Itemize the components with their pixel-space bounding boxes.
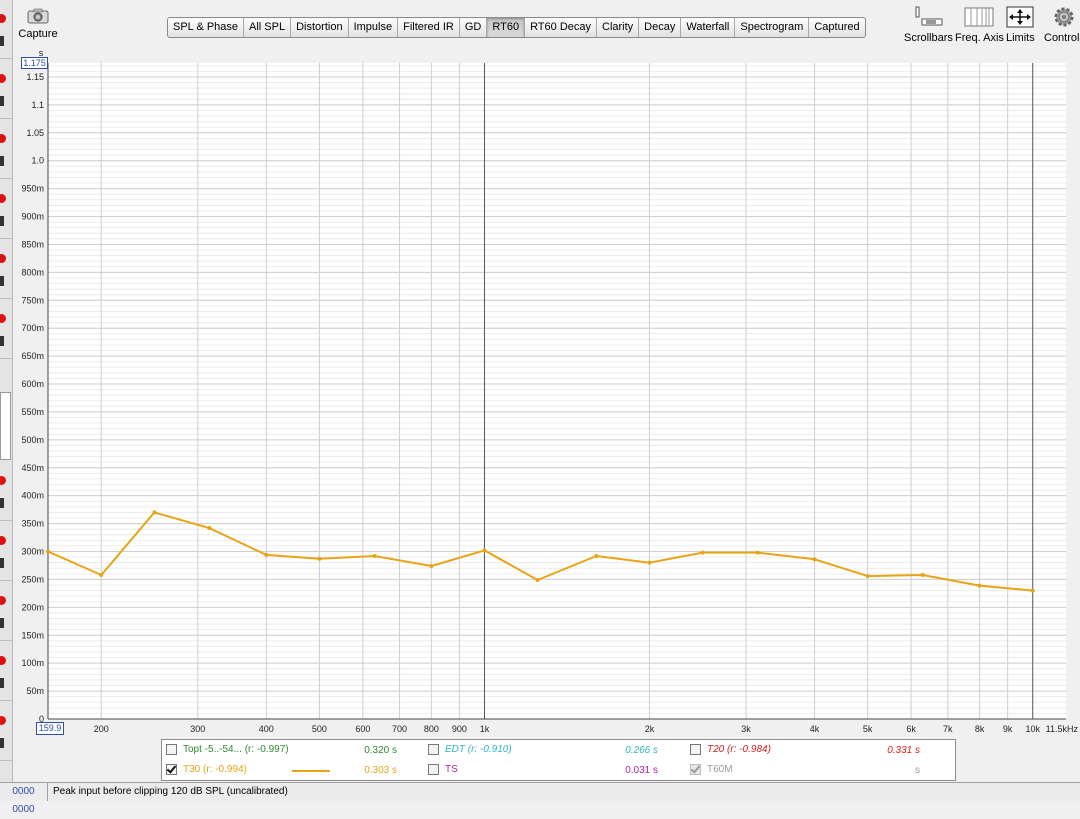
- y-tick-label: 650m: [21, 351, 44, 361]
- data-point: [647, 560, 652, 565]
- y-tick-label: 1.05: [26, 128, 44, 138]
- t30-value: 0.303 s: [364, 765, 397, 776]
- legend-topt[interactable]: Topt -5..-54... (r: -0.997): [166, 744, 289, 755]
- data-point: [977, 583, 982, 588]
- data-point: [46, 549, 50, 554]
- x-tick-label: 7k: [943, 724, 953, 734]
- t20-value: 0.331 s: [887, 745, 920, 756]
- x-axis-end-label: 11.5kHz: [1046, 724, 1079, 734]
- t20-checkbox[interactable]: [690, 744, 701, 755]
- data-point: [700, 550, 705, 555]
- x-tick-label: 4k: [810, 724, 820, 734]
- y-tick-label: 700m: [21, 323, 44, 333]
- data-point: [755, 550, 760, 555]
- x-tick-label: 500: [312, 724, 327, 734]
- data-point: [264, 552, 269, 557]
- x-tick-label: 8k: [975, 724, 985, 734]
- y-tick-label: 150m: [21, 630, 44, 640]
- y-tick-label: 300m: [21, 547, 44, 557]
- x-axis-start-handle[interactable]: 159.9: [36, 722, 64, 735]
- y-tick-label: 950m: [21, 184, 44, 194]
- legend-ts[interactable]: TS: [428, 764, 458, 775]
- legend-t60m: T60M: [690, 764, 733, 775]
- data-point: [594, 553, 599, 558]
- y-tick-label: 50m: [26, 686, 44, 696]
- y-tick-label: 800m: [21, 267, 44, 277]
- x-tick-label: 800: [424, 724, 439, 734]
- data-point: [535, 577, 540, 582]
- y-tick-label: 850m: [21, 239, 44, 249]
- legend-t20[interactable]: T20 (r: -0.984): [690, 744, 771, 755]
- y-tick-label: 1.15: [26, 72, 44, 82]
- ts-checkbox[interactable]: [428, 764, 439, 775]
- legend-panel: Topt -5..-54... (r: -0.997) 0.320 s EDT …: [161, 739, 956, 781]
- y-tick-label: 100m: [21, 658, 44, 668]
- x-tick-label: 6k: [906, 724, 916, 734]
- legend-edt[interactable]: EDT (r: -0.910): [428, 744, 512, 755]
- t60m-value: s: [915, 765, 920, 776]
- y-tick-label: 250m: [21, 574, 44, 584]
- data-point: [207, 526, 212, 531]
- x-tick-label: 5k: [863, 724, 873, 734]
- data-point: [1030, 588, 1035, 593]
- t30-line-swatch: [292, 770, 330, 772]
- plot-area[interactable]: [48, 63, 1066, 719]
- data-point: [429, 564, 434, 569]
- y-tick-label: 350m: [21, 519, 44, 529]
- y-tick-label: 1.0: [31, 156, 44, 166]
- data-point: [152, 510, 157, 515]
- data-point: [99, 572, 104, 577]
- x-tick-label: 900: [452, 724, 467, 734]
- status-message: Peak input before clipping 120 dB SPL (u…: [53, 786, 288, 797]
- x-tick-label: 9k: [1003, 724, 1013, 734]
- x-tick-label: 2k: [645, 724, 655, 734]
- data-point: [920, 572, 925, 577]
- y-tick-label: 400m: [21, 491, 44, 501]
- rt60-graph[interactable]: 50m 100m 150m 200m 250m 300m 350m 400m 450m 500m 5…: [0, 0, 1080, 740]
- data-point: [865, 574, 870, 579]
- ts-label: TS: [445, 764, 458, 775]
- edt-checkbox[interactable]: [428, 744, 439, 755]
- data-point: [812, 557, 817, 562]
- topt-checkbox[interactable]: [166, 744, 177, 755]
- x-tick-label: 400: [259, 724, 274, 734]
- y-tick-label: 200m: [21, 602, 44, 612]
- edt-value: 0.266 s: [625, 745, 658, 756]
- ts-value: 0.031 s: [625, 765, 658, 776]
- x-tick-label: 1k: [480, 724, 490, 734]
- y-tick-label: 900m: [21, 212, 44, 222]
- data-point: [317, 556, 322, 561]
- y-tick-label: 500m: [21, 435, 44, 445]
- y-tick-label: 750m: [21, 295, 44, 305]
- y-tick-label: 600m: [21, 379, 44, 389]
- t60m-checkbox: [690, 764, 701, 775]
- x-tick-label: 700: [392, 724, 407, 734]
- x-tick-label: 300: [190, 724, 205, 734]
- legend-t30[interactable]: T30 (r: -0.994): [166, 764, 247, 775]
- t30-label: T30 (r: -0.994): [183, 764, 247, 775]
- topt-label: Topt -5..-54... (r: -0.997): [183, 744, 289, 755]
- x-tick-label: 200: [94, 724, 109, 734]
- y-tick-label: 1.1: [31, 100, 44, 110]
- data-point: [482, 548, 487, 553]
- t20-label: T20 (r: -0.984): [707, 744, 771, 755]
- t30-checkbox[interactable]: [166, 764, 177, 775]
- status-indicator[interactable]: 0000 0000: [0, 783, 48, 815]
- x-tick-label: 600: [355, 724, 370, 734]
- x-tick-label: 10k: [1025, 724, 1040, 734]
- status-bar: 0000 0000 Peak input before clipping 120…: [0, 782, 1080, 815]
- t60m-label: T60M: [707, 764, 733, 775]
- y-tick-label: 550m: [21, 407, 44, 417]
- data-point: [372, 553, 377, 558]
- topt-value: 0.320 s: [364, 745, 397, 756]
- x-tick-label: 3k: [741, 724, 751, 734]
- y-axis-top-handle[interactable]: 1.175: [21, 57, 48, 69]
- y-tick-label: 450m: [21, 463, 44, 473]
- edt-label: EDT (r: -0.910): [445, 744, 512, 755]
